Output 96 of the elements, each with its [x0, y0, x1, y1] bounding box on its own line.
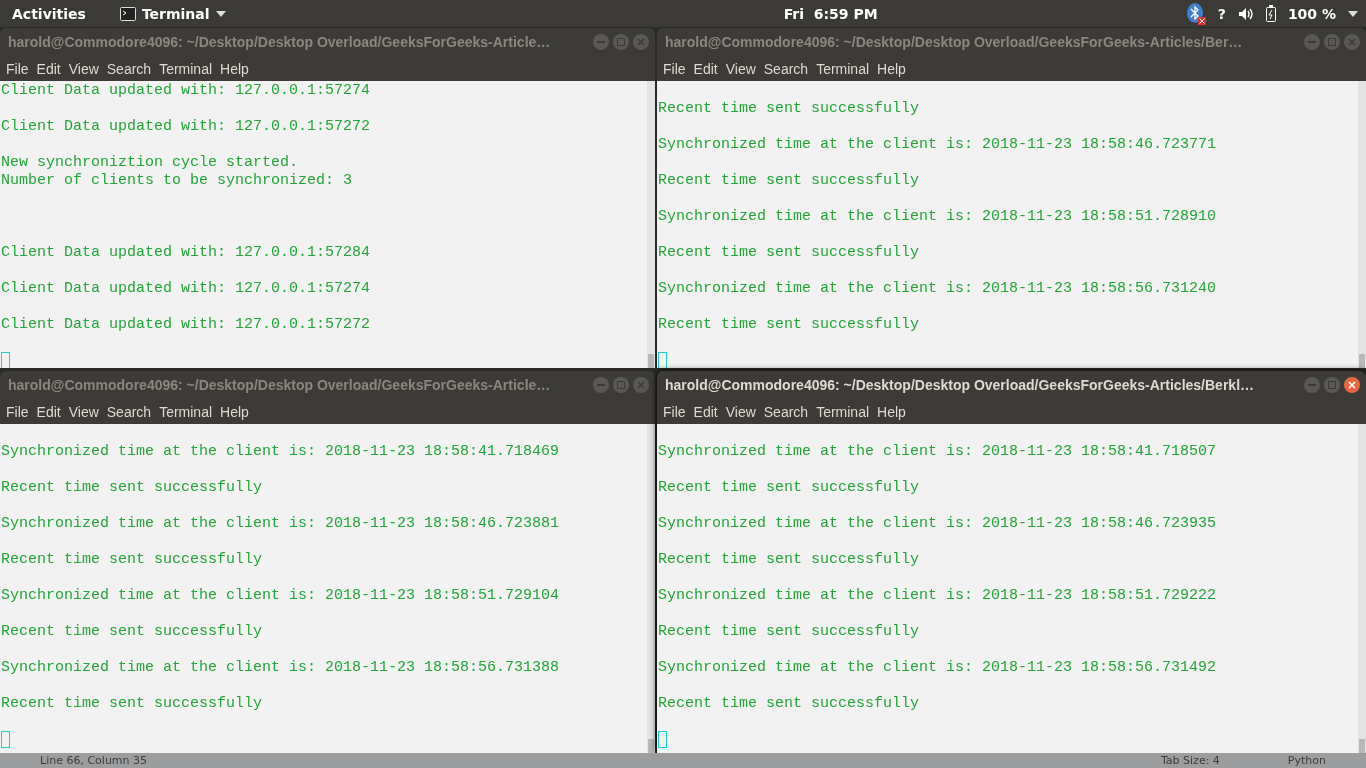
- terminal-line: Synchronized time at the client is: 2018-11-23 18:58:56.731388: [1, 659, 561, 677]
- scrollbar[interactable]: [647, 424, 655, 753]
- terminal-line: Synchronized time at the client is: 2018-11-23 18:58:51.729104: [1, 587, 561, 605]
- maximize-icon: [1328, 38, 1336, 46]
- terminal-line: Recent time sent successfully: [1, 695, 264, 713]
- terminal-line: Recent time sent successfully: [1, 479, 264, 497]
- menu-item[interactable]: Edit: [32, 403, 65, 420]
- menu-item[interactable]: View: [64, 403, 103, 420]
- window-title: harold@Commodore4096: ~/Desktop/Desktop Overload/GeeksForGeeks-Article…: [8, 377, 552, 393]
- minimize-button[interactable]: [1304, 377, 1320, 393]
- terminal-line: Recent time sent successfully: [658, 695, 921, 713]
- terminal-line: Recent time sent successfully: [1, 623, 264, 641]
- cursor: [1, 352, 10, 368]
- menu-item[interactable]: View: [721, 60, 760, 77]
- terminal-line: Recent time sent successfully: [658, 100, 921, 118]
- close-icon: [637, 38, 645, 46]
- menu-item[interactable]: Edit: [689, 60, 722, 77]
- close-icon: [637, 381, 645, 389]
- menu-item[interactable]: File: [659, 403, 690, 420]
- terminal-line: Synchronized time at the client is: 2018-11-23 18:58:51.729222: [658, 587, 1218, 605]
- clock[interactable]: Fri 6:59 PM: [533, 5, 878, 22]
- terminal-line: Synchronized time at the client is: 2018-11-23 18:58:41.718469: [1, 443, 561, 461]
- menu-item[interactable]: Search: [102, 403, 156, 420]
- menu-item[interactable]: Help: [216, 403, 253, 420]
- window-title: harold@Commodore4096: ~/Desktop/Desktop Overload/GeeksForGeeks-Articles/Ber…: [665, 34, 1244, 50]
- menu-item[interactable]: Help: [216, 60, 253, 77]
- maximize-button[interactable]: [613, 377, 629, 393]
- caret-icon: [1348, 10, 1358, 17]
- menu-item[interactable]: Search: [759, 403, 813, 420]
- menu-item[interactable]: File: [2, 403, 33, 420]
- minimize-button[interactable]: [593, 34, 609, 50]
- terminal-line: Recent time sent successfully: [658, 623, 921, 641]
- menu-item[interactable]: Terminal: [155, 403, 217, 420]
- minimize-button[interactable]: [1304, 34, 1320, 50]
- volume-icon: [1237, 6, 1254, 21]
- activities-button[interactable]: Activities: [12, 5, 86, 22]
- menu-item[interactable]: Help: [873, 403, 910, 420]
- terminal-line: Synchronized time at the client is: 2018-11-23 18:58:51.728910: [658, 208, 1218, 226]
- bluetooth-icon: [1185, 2, 1206, 25]
- terminal-line: Client Data updated with: 127.0.0.1:57272: [1, 118, 372, 136]
- menu-item[interactable]: View: [721, 403, 760, 420]
- terminal-line: Client Data updated with: 127.0.0.1:57272: [1, 316, 372, 334]
- menu-item[interactable]: Search: [102, 60, 156, 77]
- battery-percentage: 100 %: [1287, 5, 1336, 22]
- terminal-line: Synchronized time at the client is: 2018-11-23 18:58:46.723935: [658, 515, 1218, 533]
- terminal-line: Synchronized time at the client is: 2018-11-23 18:58:46.723771: [658, 136, 1218, 154]
- maximize-icon: [617, 38, 625, 46]
- terminal-line: Recent time sent successfully: [658, 316, 921, 334]
- close-icon: [1348, 38, 1356, 46]
- terminal-line: Client Data updated with: 127.0.0.1:57284: [1, 244, 372, 262]
- terminal-line: Recent time sent successfully: [658, 479, 921, 497]
- terminal-line: Synchronized time at the client is: 2018-11-23 18:58:56.731492: [658, 659, 1218, 677]
- terminal-line: Synchronized time at the client is: 2018-11-23 18:58:56.731240: [658, 280, 1218, 298]
- language: Python: [1287, 754, 1326, 767]
- terminal-line: Recent time sent successfully: [658, 172, 921, 190]
- menu-item[interactable]: View: [64, 60, 103, 77]
- network-status: ?: [1217, 5, 1226, 22]
- terminal-line: Client Data updated with: 127.0.0.1:57274: [1, 82, 372, 100]
- maximize-button[interactable]: [613, 34, 629, 50]
- terminal-line: Synchronized time at the client is: 2018-11-23 18:58:41.718507: [658, 443, 1218, 461]
- menu-item[interactable]: File: [659, 60, 690, 77]
- menu-item[interactable]: Terminal: [812, 60, 874, 77]
- close-button[interactable]: [1344, 377, 1360, 393]
- terminal-line: New synchroniztion cycle started.: [1, 154, 300, 172]
- terminal-line: Recent time sent successfully: [1, 551, 264, 569]
- cursor: [1, 731, 10, 748]
- maximize-button[interactable]: [1324, 34, 1340, 50]
- tab-size: Tab Size: 4: [1160, 754, 1220, 767]
- maximize-icon: [1328, 381, 1336, 389]
- caret-icon: [215, 10, 226, 17]
- menu-item[interactable]: Edit: [32, 60, 65, 77]
- maximize-icon: [617, 381, 625, 389]
- scrollbar[interactable]: [1358, 81, 1366, 368]
- scrollbar[interactable]: [647, 81, 655, 368]
- minimize-button[interactable]: [593, 377, 609, 393]
- menu-item[interactable]: Terminal: [812, 403, 874, 420]
- battery-icon: [1265, 5, 1276, 22]
- scrollbar[interactable]: [1358, 424, 1366, 753]
- terminal-icon: [119, 6, 136, 21]
- menu-item[interactable]: Edit: [689, 403, 722, 420]
- menu-item[interactable]: File: [2, 60, 33, 77]
- window-title: harold@Commodore4096: ~/Desktop/Desktop Overload/GeeksForGeeks-Article…: [8, 34, 552, 50]
- cursor-position: Line 66, Column 35: [40, 754, 148, 767]
- terminal-line: Number of clients to be synchronized: 3: [1, 172, 354, 190]
- menu-item[interactable]: Terminal: [155, 60, 217, 77]
- terminal-line: Synchronized time at the client is: 2018-11-23 18:58:46.723881: [1, 515, 561, 533]
- app-menu[interactable]: Terminal: [119, 5, 226, 22]
- terminal-line: Recent time sent successfully: [658, 551, 921, 569]
- window-title: harold@Commodore4096: ~/Desktop/Desktop Overload/GeeksForGeeks-Articles/Berkl…: [665, 377, 1256, 393]
- menu-item[interactable]: Search: [759, 60, 813, 77]
- terminal-line: Client Data updated with: 127.0.0.1:57274: [1, 280, 372, 298]
- cursor: [658, 352, 667, 368]
- close-icon: [1348, 381, 1356, 389]
- menu-item[interactable]: Help: [873, 60, 910, 77]
- terminal-line: Recent time sent successfully: [658, 244, 921, 262]
- cursor: [658, 731, 667, 748]
